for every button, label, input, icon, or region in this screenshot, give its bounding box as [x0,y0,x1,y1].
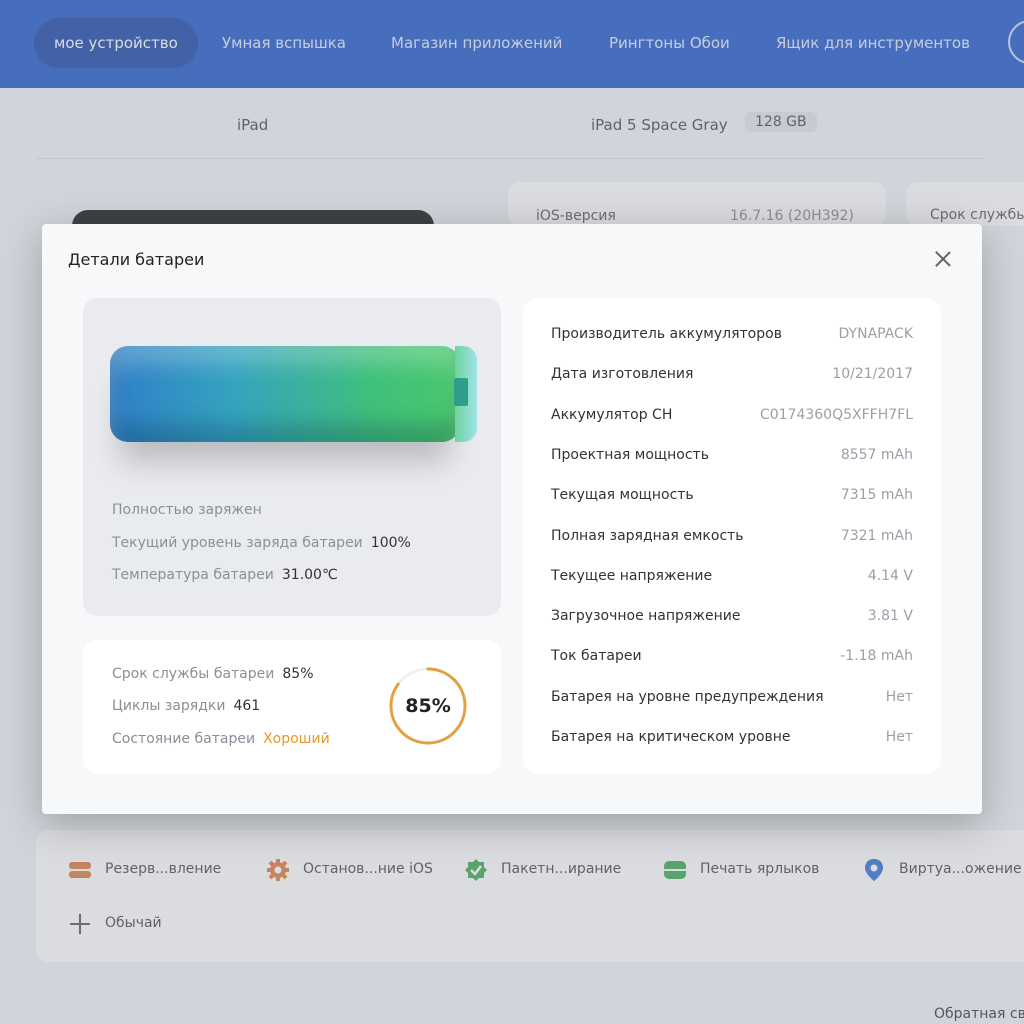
info-label: Загрузочное напряжение [551,608,741,625]
info-label: Проектная мощность [551,446,709,463]
info-label: Аккумулятор СН [551,406,673,423]
charge-status: Полностью заряжен [112,502,262,518]
temperature-value: 31.00℃ [281,567,338,583]
info-label: Ток батареи [551,648,642,665]
battery-health-panel: Срок службы батареи 85% Циклы зарядки 461 … [83,640,501,774]
cycles-value: 461 [233,698,261,714]
cycles-line: Циклы зарядки 461 [112,698,260,714]
info-row: Батарея на уровне предупреждения Нет [551,689,913,709]
state-value: Хороший [263,731,330,747]
info-label: Дата изготовления [551,366,694,383]
battery-terminal [454,378,468,406]
info-row: Дата изготовления 10/21/2017 [551,366,913,386]
info-label: Производитель аккумуляторов [551,326,782,342]
info-value: 7315 mAh [840,487,913,504]
info-label: Батарея на критическом уровне [551,729,791,745]
info-row: Проектная мощность 8557 mAh [551,447,913,467]
info-row: Батарея на критическом уровне Нет [551,729,913,749]
battery-info-panel: Производитель аккумуляторов DYNAPACK Дата … [523,298,941,774]
life-line: Срок службы батареи 85% [112,666,314,682]
info-label: Текущее напряжение [551,567,713,584]
info-value: 8557 mAh [840,446,913,463]
info-row: Загрузочное напряжение 3.81 V [551,608,913,628]
state-line: Состояние батареи Хороший [112,731,330,747]
health-percent: 85% [405,695,451,717]
info-value: Нет [885,729,913,745]
info-value: 7321 mAh [840,527,913,544]
info-row: Текущее напряжение 4.14 V [551,568,913,588]
cycles-label: Циклы зарядки [112,698,226,714]
info-label: Батарея на уровне предупреждения [551,688,824,705]
info-label: Текущая мощность [551,487,694,504]
battery-details-dialog: Детали батареи Полностью заряжен Текущий… [42,224,982,814]
state-label: Состояние батареи [112,731,256,747]
charge-level-line: Текущий уровень заряда батареи 100% [112,535,411,551]
info-row: Полная зарядная емкость 7321 mAh [551,528,913,548]
info-value: -1.18 mAh [840,648,913,665]
info-value: C0174360Q5XFFH7FL [759,406,913,423]
info-value: 4.14 V [867,567,913,584]
info-row: Ток батареи -1.18 mAh [551,648,913,668]
info-row: Аккумулятор СН C0174360Q5XFFH7FL [551,407,913,427]
close-icon[interactable] [930,246,956,272]
info-value: Нет [885,688,913,705]
info-row: Производитель аккумуляторов DYNAPACK [551,326,913,346]
temperature-line: Температура батареи 31.00℃ [112,567,338,583]
info-label: Полная зарядная емкость [551,527,744,544]
battery-status-panel: Полностью заряжен Текущий уровень заряда… [83,298,501,616]
info-value: DYNAPACK [838,326,913,342]
temperature-label: Температура батареи [112,567,274,583]
battery-illustration [110,346,460,442]
life-label: Срок службы батареи [112,666,275,682]
charge-level-label: Текущий уровень заряда батареи [112,535,363,551]
info-value: 3.81 V [867,608,913,625]
dialog-title: Детали батареи [68,250,205,269]
charge-level-value: 100% [370,535,411,551]
life-value: 85% [282,666,314,682]
info-value: 10/21/2017 [832,366,913,383]
info-row: Текущая мощность 7315 mAh [551,487,913,507]
